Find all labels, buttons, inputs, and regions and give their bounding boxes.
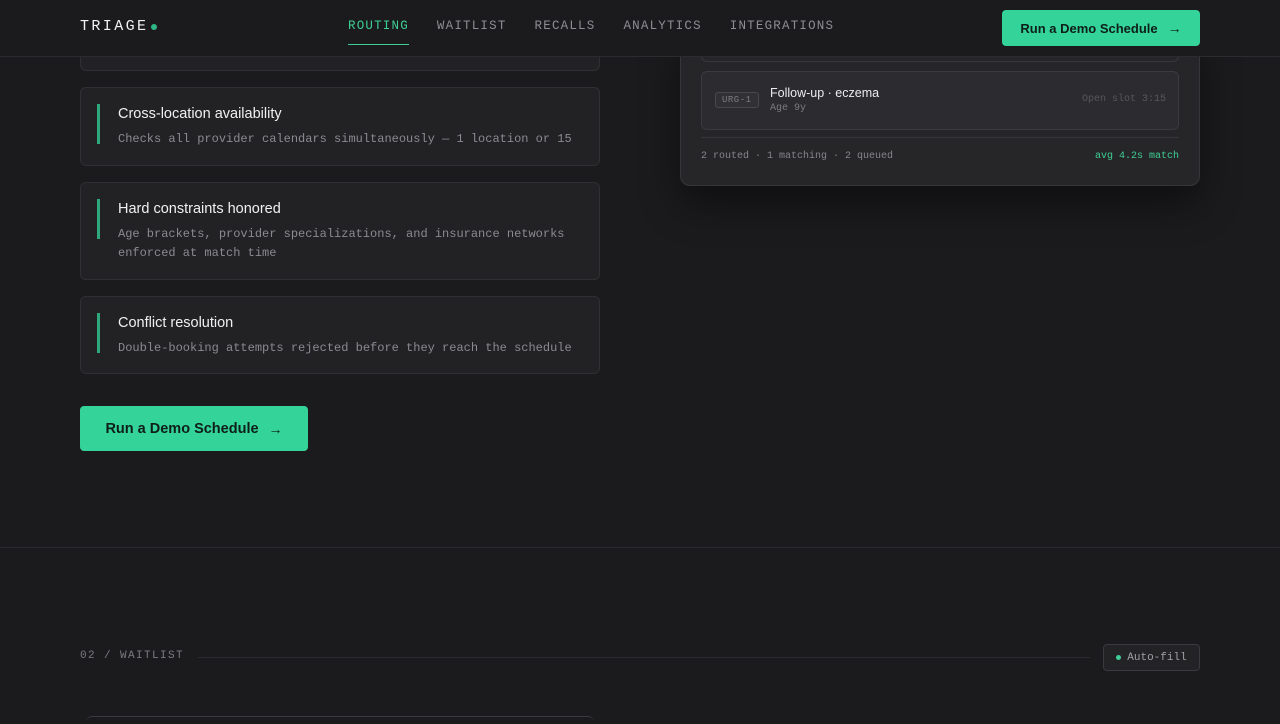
status-dot-icon xyxy=(1116,655,1122,660)
match-average: avg 4.2s match xyxy=(1094,151,1179,162)
auto-fill-label: Auto-fill xyxy=(1127,651,1187,664)
feature-title: Cross-location availability xyxy=(118,106,282,122)
urgency-tag: URG-1 xyxy=(715,92,759,108)
accent-bar xyxy=(97,104,100,144)
demo-schedule-button[interactable]: Run a Demo Schedule → xyxy=(80,406,308,451)
slot-status: Open slot 3:15 xyxy=(1081,94,1166,105)
feature-card-cross-location: Cross-location availability Checks all p… xyxy=(80,87,600,166)
feature-desc: Checks all provider calendars simultaneo… xyxy=(118,132,572,146)
appointment-name: Follow-up · eczema xyxy=(770,86,880,100)
feature-title: Hard constraints honored xyxy=(118,201,281,217)
section-rule xyxy=(198,657,1090,658)
patient-age: Age 9y xyxy=(770,103,807,114)
demo-schedule-label: Run a Demo Schedule xyxy=(105,420,259,437)
accent-bar xyxy=(97,313,100,353)
panel-summary: 2 routed · 1 matching · 2 queued xyxy=(701,151,894,162)
demo-schedule-button-top[interactable]: Run a Demo Schedule → xyxy=(1002,10,1200,46)
accent-bar xyxy=(97,199,100,239)
logo[interactable]: TRIAGE xyxy=(80,18,148,35)
arrow-right-icon: → xyxy=(1167,20,1182,36)
logo-dot xyxy=(151,24,157,30)
feature-desc: Double-booking attempts rejected before … xyxy=(118,341,572,355)
feature-card-conflict-resolution: Conflict resolution Double-booking attem… xyxy=(80,296,600,374)
panel-divider xyxy=(701,137,1179,138)
nav-link-analytics[interactable]: ANALYTICS xyxy=(623,0,701,57)
arrow-right-icon: → xyxy=(268,420,283,437)
feature-title: Conflict resolution xyxy=(118,315,234,331)
waitlist-card-partial xyxy=(86,716,594,724)
routing-row[interactable]: URG-1 Follow-up · eczema Age 9y Open slo… xyxy=(701,71,1179,130)
feature-desc: Age brackets, provider specializations, … xyxy=(118,227,565,260)
nav-link-integrations[interactable]: INTEGRATIONS xyxy=(730,0,834,57)
nav-link-recalls[interactable]: RECALLS xyxy=(535,0,596,57)
demo-schedule-label: Run a Demo Schedule xyxy=(1020,20,1158,36)
top-nav: TRIAGE ROUTING WAITLIST RECALLS ANALYTIC… xyxy=(0,0,1280,57)
nav-link-routing[interactable]: ROUTING xyxy=(348,0,409,57)
nav-links: ROUTING WAITLIST RECALLS ANALYTICS INTEG… xyxy=(348,0,862,57)
nav-link-waitlist[interactable]: WAITLIST xyxy=(437,0,507,57)
auto-fill-badge[interactable]: Auto-fill xyxy=(1103,644,1200,671)
section-label: 02 / WAITLIST xyxy=(80,650,185,662)
feature-card-hard-constraints: Hard constraints honored Age brackets, p… xyxy=(80,182,600,280)
section-separator xyxy=(0,547,1280,548)
